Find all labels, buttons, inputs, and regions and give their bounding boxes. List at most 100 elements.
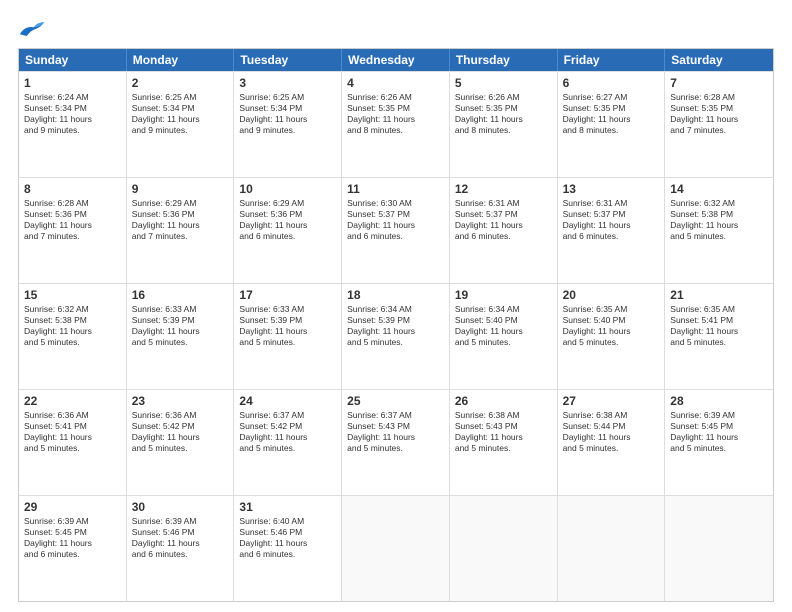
day-info: Sunrise: 6:32 AM Sunset: 5:38 PM Dayligh… [24,304,121,348]
day-info: Sunrise: 6:26 AM Sunset: 5:35 PM Dayligh… [455,92,552,136]
day-info: Sunrise: 6:34 AM Sunset: 5:39 PM Dayligh… [347,304,444,348]
logo-icon [18,18,46,40]
day-cell-10: 10Sunrise: 6:29 AM Sunset: 5:36 PM Dayli… [234,178,342,283]
day-cell-27: 27Sunrise: 6:38 AM Sunset: 5:44 PM Dayli… [558,390,666,495]
day-number: 13 [563,181,660,197]
day-info: Sunrise: 6:39 AM Sunset: 5:45 PM Dayligh… [670,410,768,454]
day-number: 27 [563,393,660,409]
day-info: Sunrise: 6:28 AM Sunset: 5:35 PM Dayligh… [670,92,768,136]
day-cell-9: 9Sunrise: 6:29 AM Sunset: 5:36 PM Daylig… [127,178,235,283]
day-cell-17: 17Sunrise: 6:33 AM Sunset: 5:39 PM Dayli… [234,284,342,389]
day-info: Sunrise: 6:30 AM Sunset: 5:37 PM Dayligh… [347,198,444,242]
day-number: 15 [24,287,121,303]
header [18,18,774,40]
day-cell-3: 3Sunrise: 6:25 AM Sunset: 5:34 PM Daylig… [234,72,342,177]
day-cell-11: 11Sunrise: 6:30 AM Sunset: 5:37 PM Dayli… [342,178,450,283]
day-info: Sunrise: 6:28 AM Sunset: 5:36 PM Dayligh… [24,198,121,242]
day-number: 25 [347,393,444,409]
day-number: 20 [563,287,660,303]
day-number: 28 [670,393,768,409]
day-cell-26: 26Sunrise: 6:38 AM Sunset: 5:43 PM Dayli… [450,390,558,495]
week-row-4: 22Sunrise: 6:36 AM Sunset: 5:41 PM Dayli… [19,389,773,495]
day-info: Sunrise: 6:34 AM Sunset: 5:40 PM Dayligh… [455,304,552,348]
day-number: 5 [455,75,552,91]
day-header-friday: Friday [558,49,666,71]
day-info: Sunrise: 6:31 AM Sunset: 5:37 PM Dayligh… [563,198,660,242]
day-info: Sunrise: 6:25 AM Sunset: 5:34 PM Dayligh… [132,92,229,136]
day-cell-5: 5Sunrise: 6:26 AM Sunset: 5:35 PM Daylig… [450,72,558,177]
day-number: 16 [132,287,229,303]
day-number: 22 [24,393,121,409]
day-info: Sunrise: 6:38 AM Sunset: 5:43 PM Dayligh… [455,410,552,454]
empty-cell [558,496,666,601]
calendar: SundayMondayTuesdayWednesdayThursdayFrid… [18,48,774,602]
day-cell-31: 31Sunrise: 6:40 AM Sunset: 5:46 PM Dayli… [234,496,342,601]
day-cell-25: 25Sunrise: 6:37 AM Sunset: 5:43 PM Dayli… [342,390,450,495]
day-number: 7 [670,75,768,91]
day-number: 10 [239,181,336,197]
day-number: 1 [24,75,121,91]
day-cell-6: 6Sunrise: 6:27 AM Sunset: 5:35 PM Daylig… [558,72,666,177]
day-cell-4: 4Sunrise: 6:26 AM Sunset: 5:35 PM Daylig… [342,72,450,177]
day-number: 8 [24,181,121,197]
calendar-header: SundayMondayTuesdayWednesdayThursdayFrid… [19,49,773,71]
logo [18,18,50,40]
day-info: Sunrise: 6:37 AM Sunset: 5:42 PM Dayligh… [239,410,336,454]
day-cell-14: 14Sunrise: 6:32 AM Sunset: 5:38 PM Dayli… [665,178,773,283]
day-cell-7: 7Sunrise: 6:28 AM Sunset: 5:35 PM Daylig… [665,72,773,177]
day-cell-29: 29Sunrise: 6:39 AM Sunset: 5:45 PM Dayli… [19,496,127,601]
day-info: Sunrise: 6:29 AM Sunset: 5:36 PM Dayligh… [132,198,229,242]
day-number: 3 [239,75,336,91]
day-info: Sunrise: 6:24 AM Sunset: 5:34 PM Dayligh… [24,92,121,136]
day-cell-8: 8Sunrise: 6:28 AM Sunset: 5:36 PM Daylig… [19,178,127,283]
day-cell-21: 21Sunrise: 6:35 AM Sunset: 5:41 PM Dayli… [665,284,773,389]
day-number: 4 [347,75,444,91]
week-row-3: 15Sunrise: 6:32 AM Sunset: 5:38 PM Dayli… [19,283,773,389]
day-info: Sunrise: 6:37 AM Sunset: 5:43 PM Dayligh… [347,410,444,454]
day-info: Sunrise: 6:40 AM Sunset: 5:46 PM Dayligh… [239,516,336,560]
day-info: Sunrise: 6:35 AM Sunset: 5:40 PM Dayligh… [563,304,660,348]
day-info: Sunrise: 6:31 AM Sunset: 5:37 PM Dayligh… [455,198,552,242]
week-row-5: 29Sunrise: 6:39 AM Sunset: 5:45 PM Dayli… [19,495,773,601]
day-number: 23 [132,393,229,409]
week-row-1: 1Sunrise: 6:24 AM Sunset: 5:34 PM Daylig… [19,71,773,177]
day-cell-12: 12Sunrise: 6:31 AM Sunset: 5:37 PM Dayli… [450,178,558,283]
day-number: 12 [455,181,552,197]
day-info: Sunrise: 6:26 AM Sunset: 5:35 PM Dayligh… [347,92,444,136]
day-number: 21 [670,287,768,303]
day-number: 29 [24,499,121,515]
day-cell-23: 23Sunrise: 6:36 AM Sunset: 5:42 PM Dayli… [127,390,235,495]
day-info: Sunrise: 6:33 AM Sunset: 5:39 PM Dayligh… [132,304,229,348]
day-header-monday: Monday [127,49,235,71]
day-info: Sunrise: 6:25 AM Sunset: 5:34 PM Dayligh… [239,92,336,136]
day-number: 11 [347,181,444,197]
empty-cell [665,496,773,601]
day-cell-20: 20Sunrise: 6:35 AM Sunset: 5:40 PM Dayli… [558,284,666,389]
day-cell-13: 13Sunrise: 6:31 AM Sunset: 5:37 PM Dayli… [558,178,666,283]
day-info: Sunrise: 6:39 AM Sunset: 5:46 PM Dayligh… [132,516,229,560]
day-info: Sunrise: 6:38 AM Sunset: 5:44 PM Dayligh… [563,410,660,454]
day-cell-2: 2Sunrise: 6:25 AM Sunset: 5:34 PM Daylig… [127,72,235,177]
day-cell-18: 18Sunrise: 6:34 AM Sunset: 5:39 PM Dayli… [342,284,450,389]
day-info: Sunrise: 6:29 AM Sunset: 5:36 PM Dayligh… [239,198,336,242]
day-header-tuesday: Tuesday [234,49,342,71]
day-number: 31 [239,499,336,515]
day-number: 18 [347,287,444,303]
day-header-wednesday: Wednesday [342,49,450,71]
day-number: 17 [239,287,336,303]
page: SundayMondayTuesdayWednesdayThursdayFrid… [0,0,792,612]
day-number: 14 [670,181,768,197]
day-cell-24: 24Sunrise: 6:37 AM Sunset: 5:42 PM Dayli… [234,390,342,495]
day-info: Sunrise: 6:35 AM Sunset: 5:41 PM Dayligh… [670,304,768,348]
week-row-2: 8Sunrise: 6:28 AM Sunset: 5:36 PM Daylig… [19,177,773,283]
day-number: 26 [455,393,552,409]
calendar-body: 1Sunrise: 6:24 AM Sunset: 5:34 PM Daylig… [19,71,773,601]
day-number: 9 [132,181,229,197]
day-info: Sunrise: 6:27 AM Sunset: 5:35 PM Dayligh… [563,92,660,136]
day-cell-1: 1Sunrise: 6:24 AM Sunset: 5:34 PM Daylig… [19,72,127,177]
day-number: 2 [132,75,229,91]
day-info: Sunrise: 6:36 AM Sunset: 5:41 PM Dayligh… [24,410,121,454]
day-info: Sunrise: 6:36 AM Sunset: 5:42 PM Dayligh… [132,410,229,454]
day-info: Sunrise: 6:39 AM Sunset: 5:45 PM Dayligh… [24,516,121,560]
empty-cell [450,496,558,601]
